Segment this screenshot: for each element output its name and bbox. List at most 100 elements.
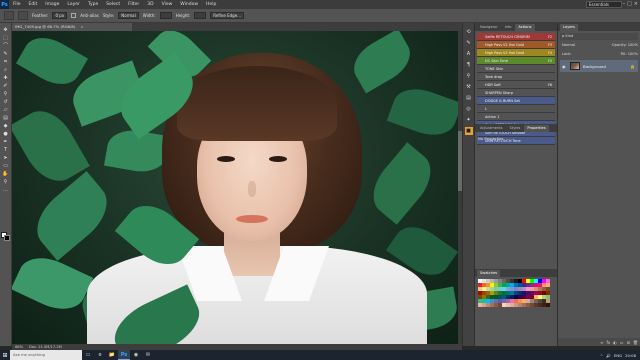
tab-styles[interactable]: Styles <box>507 125 524 132</box>
clone-source-panel-icon[interactable]: ⚲ <box>465 72 473 80</box>
close-document-icon[interactable]: × <box>81 24 84 29</box>
height-input[interactable] <box>194 12 207 19</box>
volume-icon[interactable]: 🔊 <box>606 353 611 358</box>
layer-filter-kind[interactable]: ρ Kind <box>560 33 638 40</box>
type-tool-icon[interactable]: T <box>1 146 10 153</box>
maximize-button[interactable]: □ <box>627 1 632 7</box>
channels-panel-icon[interactable]: ◎ <box>465 105 473 113</box>
file-explorer-icon[interactable]: 📁 <box>106 350 118 360</box>
menu-help[interactable]: Help <box>202 2 220 7</box>
tab-swatches[interactable]: Swatches <box>477 270 501 277</box>
history-brush-tool-icon[interactable]: ↺ <box>1 98 10 105</box>
action-item[interactable]: DC Skin Tone F5 <box>477 57 555 65</box>
style-select[interactable]: Normal <box>118 12 139 19</box>
tool-presets-panel-icon[interactable]: ⚒ <box>465 83 473 91</box>
refine-edge-button[interactable]: Refine Edge... <box>210 12 244 19</box>
antialias-checkbox[interactable] <box>71 13 77 18</box>
clone-stamp-tool-icon[interactable]: ⚲ <box>1 90 10 97</box>
tab-adjustments[interactable]: Adjustments <box>477 125 506 132</box>
layer-row[interactable]: ◉ Background 🔒 <box>560 60 638 72</box>
brush-tool-icon[interactable]: ✐ <box>1 82 10 89</box>
marquee-tool-icon[interactable]: ⬚ <box>1 34 10 41</box>
menu-file[interactable]: File <box>9 2 25 7</box>
menu-image[interactable]: Image <box>41 2 63 7</box>
paragraph-panel-icon[interactable]: ¶ <box>465 61 473 69</box>
tab-navigator[interactable]: Navigator <box>477 24 501 31</box>
language-indicator[interactable]: ENG <box>614 353 622 358</box>
action-item[interactable]: Action 1 <box>477 113 555 121</box>
background-color-swatch[interactable] <box>4 235 10 241</box>
character-panel-icon[interactable]: A <box>465 50 473 58</box>
menu-type[interactable]: Type <box>84 2 102 7</box>
width-input[interactable] <box>159 12 172 19</box>
gradient-tool-icon[interactable]: ▤ <box>1 114 10 121</box>
action-item[interactable]: High Pass V2 Hot Gold F4 <box>477 49 555 57</box>
visibility-eye-icon[interactable]: ◉ <box>562 64 567 69</box>
workspace-select[interactable]: Essentials <box>586 1 622 8</box>
pen-tool-icon[interactable]: ✒ <box>1 138 10 145</box>
feather-input[interactable]: 0 px <box>52 12 68 19</box>
edge-browser-icon[interactable]: e <box>94 350 106 360</box>
plugin-panel-icon[interactable]: ■ <box>464 127 473 135</box>
tab-actions[interactable]: Actions <box>515 24 535 31</box>
action-item[interactable]: TONE Skin <box>477 65 555 73</box>
zoom-tool-icon[interactable]: ⚲ <box>1 178 10 185</box>
crop-tool-icon[interactable]: ⌗ <box>1 58 10 65</box>
history-panel-icon[interactable]: ⟲ <box>465 28 473 36</box>
eraser-tool-icon[interactable]: ▱ <box>1 106 10 113</box>
menu-3d[interactable]: 3D <box>143 2 157 7</box>
zoom-level[interactable]: 66% <box>15 345 23 349</box>
menu-view[interactable]: View <box>158 2 177 7</box>
shape-tool-icon[interactable]: ▭ <box>1 162 10 169</box>
delete-layer-icon[interactable]: 🗑 <box>633 340 638 345</box>
action-item[interactable]: HDR Soft F6 <box>477 81 555 89</box>
photoshop-taskbar-icon[interactable]: Ps <box>118 350 130 360</box>
color-swatch[interactable] <box>546 303 550 307</box>
action-item[interactable]: Tone drop <box>477 73 555 81</box>
new-layer-icon[interactable]: ⊞ <box>627 340 630 345</box>
tray-expand-icon[interactable]: ^ <box>600 353 603 358</box>
canvas[interactable] <box>12 31 462 344</box>
paths-panel-icon[interactable]: ✦ <box>465 116 473 124</box>
menu-filter[interactable]: Filter <box>124 2 143 7</box>
minimize-button[interactable]: – <box>623 1 626 7</box>
brush-panel-icon[interactable]: ✎ <box>465 39 473 47</box>
action-item[interactable]: High Pass V2 Hot Gold F3 <box>477 41 555 49</box>
healing-brush-tool-icon[interactable]: ✚ <box>1 74 10 81</box>
tab-info[interactable]: Info <box>502 24 515 31</box>
action-item[interactable]: Selfie RETOUCH CMIGRIM F2 <box>477 33 555 41</box>
layer-style-icon[interactable]: fx <box>607 340 611 345</box>
action-item[interactable]: DODGE & BURN Set <box>477 97 555 105</box>
blur-tool-icon[interactable]: ◆ <box>1 122 10 129</box>
menu-window[interactable]: Window <box>176 2 202 7</box>
eyedropper-tool-icon[interactable]: ⌕ <box>1 66 10 73</box>
chrome-icon[interactable]: ◉ <box>130 350 142 360</box>
action-item[interactable]: SHARPEN Sharp <box>477 89 555 97</box>
taskbar-search-input[interactable]: Ask me anything <box>10 350 82 360</box>
start-button[interactable]: ⊞ <box>0 350 10 360</box>
group-icon[interactable]: ▭ <box>620 340 624 345</box>
selection-mode-icon[interactable] <box>18 11 28 20</box>
dodge-tool-icon[interactable]: ● <box>1 130 10 137</box>
menu-edit[interactable]: Edit <box>25 2 42 7</box>
mail-icon[interactable]: ✉ <box>142 350 154 360</box>
menu-select[interactable]: Select <box>102 2 124 7</box>
menu-layer[interactable]: Layer <box>63 2 84 7</box>
document-tab[interactable]: IMG_7409.jpg @ 66.7% (RGB/8) × <box>12 23 132 31</box>
action-item[interactable]: L <box>477 105 555 113</box>
opacity-field[interactable]: Opacity: 100% <box>612 42 638 49</box>
path-selection-tool-icon[interactable]: ➤ <box>1 154 10 161</box>
marquee-tool-preset-icon[interactable] <box>4 11 14 20</box>
more-tools-icon[interactable]: … <box>1 186 10 193</box>
close-window-button[interactable]: × <box>634 1 638 7</box>
tab-properties[interactable]: Properties <box>524 125 549 132</box>
fill-field[interactable]: Fill: 100% <box>621 51 638 58</box>
lasso-tool-icon[interactable]: ⌒ <box>1 42 10 49</box>
move-tool-icon[interactable]: ✥ <box>1 26 10 33</box>
tab-layers[interactable]: Layers <box>560 24 578 31</box>
hand-tool-icon[interactable]: ✋ <box>1 170 10 177</box>
blend-mode-select[interactable]: Normal <box>562 42 575 49</box>
task-view-icon[interactable]: ▭ <box>82 350 94 360</box>
layer-comps-panel-icon[interactable]: ▤ <box>465 94 473 102</box>
clock[interactable]: 20:08 <box>625 353 636 358</box>
